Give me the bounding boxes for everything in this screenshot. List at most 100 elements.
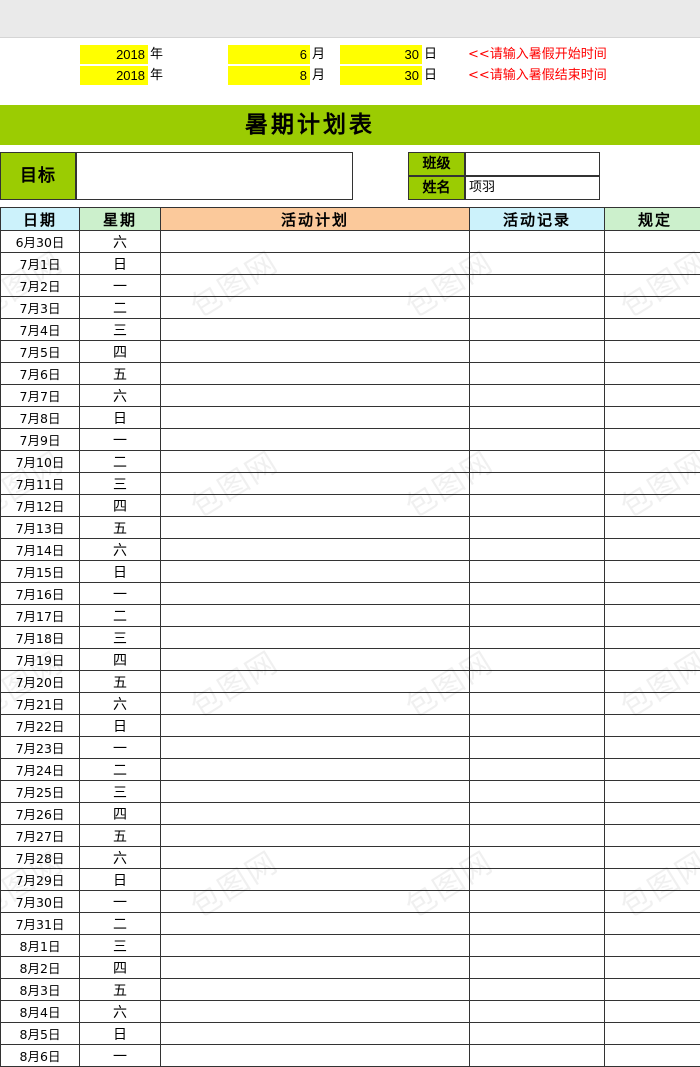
cell-record[interactable]: [470, 275, 605, 297]
cell-record[interactable]: [470, 385, 605, 407]
cell-record[interactable]: [470, 627, 605, 649]
cell-rule[interactable]: [605, 693, 700, 715]
cell-record[interactable]: [470, 715, 605, 737]
cell-record[interactable]: [470, 1045, 605, 1067]
cell-rule[interactable]: [605, 517, 700, 539]
column-header-date[interactable]: 日期: [1, 208, 80, 231]
cell-plan[interactable]: [161, 561, 470, 583]
end-year-input[interactable]: 2018: [80, 66, 148, 85]
cell-plan[interactable]: [161, 275, 470, 297]
cell-rule[interactable]: [605, 847, 700, 869]
cell-record[interactable]: [470, 517, 605, 539]
cell-rule[interactable]: [605, 869, 700, 891]
cell-rule[interactable]: [605, 891, 700, 913]
cell-rule[interactable]: [605, 539, 700, 561]
column-header-week[interactable]: 星期: [80, 208, 161, 231]
cell-plan[interactable]: [161, 869, 470, 891]
cell-plan[interactable]: [161, 671, 470, 693]
cell-rule[interactable]: [605, 913, 700, 935]
cell-rule[interactable]: [605, 451, 700, 473]
cell-record[interactable]: [470, 473, 605, 495]
cell-record[interactable]: [470, 891, 605, 913]
cell-plan[interactable]: [161, 803, 470, 825]
cell-record[interactable]: [470, 803, 605, 825]
cell-plan[interactable]: [161, 363, 470, 385]
cell-plan[interactable]: [161, 495, 470, 517]
column-header-rule[interactable]: 规定: [605, 208, 700, 231]
cell-record[interactable]: [470, 825, 605, 847]
cell-rule[interactable]: [605, 1023, 700, 1045]
cell-rule[interactable]: [605, 957, 700, 979]
cell-rule[interactable]: [605, 583, 700, 605]
cell-plan[interactable]: [161, 407, 470, 429]
end-month-input[interactable]: 8: [228, 66, 310, 85]
cell-plan[interactable]: [161, 759, 470, 781]
cell-rule[interactable]: [605, 495, 700, 517]
cell-record[interactable]: [470, 231, 605, 253]
start-year-input[interactable]: 2018: [80, 45, 148, 64]
cell-plan[interactable]: [161, 693, 470, 715]
start-month-input[interactable]: 6: [228, 45, 310, 64]
cell-rule[interactable]: [605, 781, 700, 803]
cell-record[interactable]: [470, 1023, 605, 1045]
cell-rule[interactable]: [605, 363, 700, 385]
cell-record[interactable]: [470, 671, 605, 693]
cell-rule[interactable]: [605, 803, 700, 825]
cell-record[interactable]: [470, 297, 605, 319]
cell-record[interactable]: [470, 759, 605, 781]
cell-rule[interactable]: [605, 605, 700, 627]
cell-plan[interactable]: [161, 539, 470, 561]
cell-rule[interactable]: [605, 429, 700, 451]
cell-plan[interactable]: [161, 649, 470, 671]
cell-record[interactable]: [470, 605, 605, 627]
class-input[interactable]: [465, 152, 600, 176]
cell-record[interactable]: [470, 869, 605, 891]
cell-rule[interactable]: [605, 561, 700, 583]
cell-rule[interactable]: [605, 319, 700, 341]
name-input[interactable]: 项羽: [465, 176, 600, 200]
cell-rule[interactable]: [605, 473, 700, 495]
cell-plan[interactable]: [161, 605, 470, 627]
cell-plan[interactable]: [161, 517, 470, 539]
cell-plan[interactable]: [161, 781, 470, 803]
cell-record[interactable]: [470, 935, 605, 957]
cell-plan[interactable]: [161, 847, 470, 869]
cell-plan[interactable]: [161, 979, 470, 1001]
cell-plan[interactable]: [161, 715, 470, 737]
cell-rule[interactable]: [605, 341, 700, 363]
cell-plan[interactable]: [161, 1023, 470, 1045]
end-day-input[interactable]: 30: [340, 66, 422, 85]
cell-rule[interactable]: [605, 385, 700, 407]
cell-plan[interactable]: [161, 935, 470, 957]
cell-rule[interactable]: [605, 671, 700, 693]
cell-record[interactable]: [470, 583, 605, 605]
cell-record[interactable]: [470, 319, 605, 341]
cell-record[interactable]: [470, 341, 605, 363]
cell-plan[interactable]: [161, 319, 470, 341]
cell-rule[interactable]: [605, 1001, 700, 1023]
cell-plan[interactable]: [161, 737, 470, 759]
cell-plan[interactable]: [161, 297, 470, 319]
cell-record[interactable]: [470, 561, 605, 583]
cell-record[interactable]: [470, 781, 605, 803]
cell-rule[interactable]: [605, 1045, 700, 1067]
cell-plan[interactable]: [161, 1001, 470, 1023]
cell-rule[interactable]: [605, 627, 700, 649]
cell-record[interactable]: [470, 451, 605, 473]
cell-rule[interactable]: [605, 407, 700, 429]
column-header-plan[interactable]: 活动计划: [161, 208, 470, 231]
column-header-record[interactable]: 活动记录: [470, 208, 605, 231]
cell-plan[interactable]: [161, 473, 470, 495]
cell-rule[interactable]: [605, 297, 700, 319]
cell-record[interactable]: [470, 363, 605, 385]
cell-record[interactable]: [470, 429, 605, 451]
cell-record[interactable]: [470, 649, 605, 671]
cell-plan[interactable]: [161, 429, 470, 451]
cell-plan[interactable]: [161, 913, 470, 935]
cell-rule[interactable]: [605, 737, 700, 759]
cell-record[interactable]: [470, 253, 605, 275]
cell-rule[interactable]: [605, 253, 700, 275]
cell-record[interactable]: [470, 693, 605, 715]
cell-record[interactable]: [470, 913, 605, 935]
cell-rule[interactable]: [605, 649, 700, 671]
